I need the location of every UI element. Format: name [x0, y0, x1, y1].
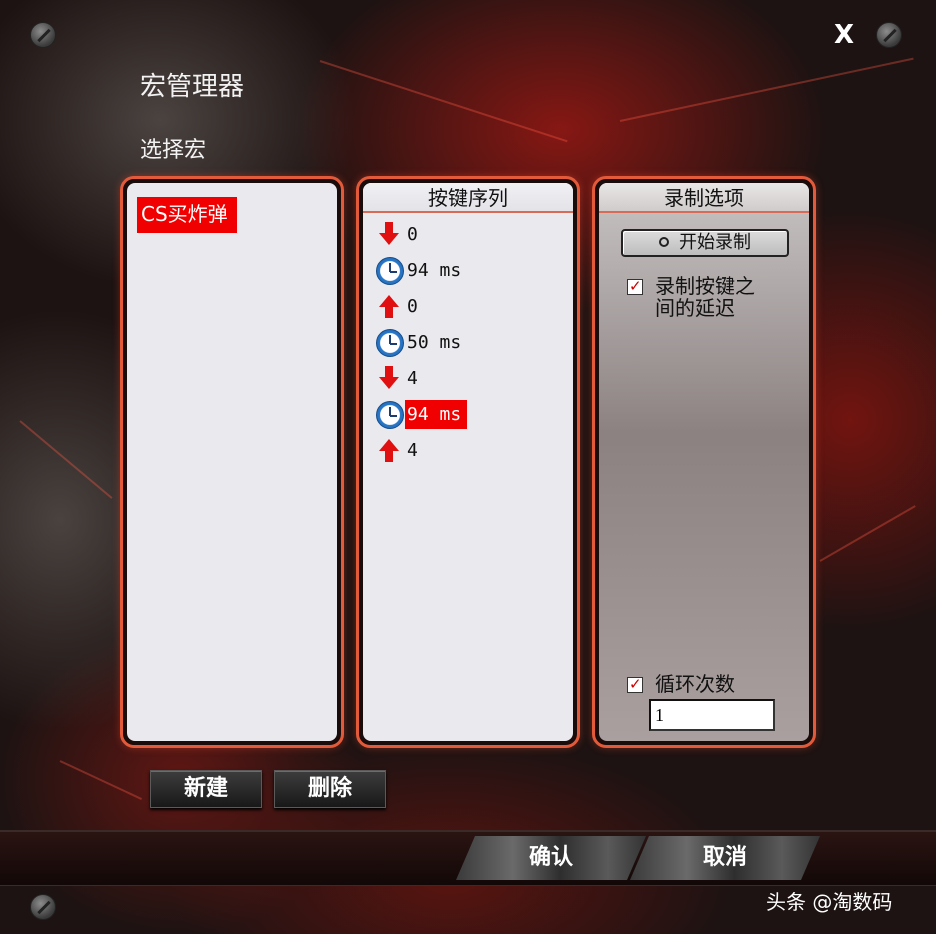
- start-record-button[interactable]: 开始录制: [621, 229, 789, 257]
- key-sequence-header: 按键序列: [363, 183, 573, 213]
- macro-item-cs[interactable]: CS买炸弹: [137, 197, 237, 233]
- delete-macro-button[interactable]: 删除: [274, 770, 386, 808]
- check-icon: ✓: [629, 277, 642, 295]
- loop-count-label: 循环次数: [655, 672, 735, 696]
- key-sequence-panel: 按键序列 0 94 ms 0 50 ms 4 94 ms 4: [356, 176, 580, 748]
- sequence-row[interactable]: 4: [375, 361, 418, 395]
- sequence-row[interactable]: 0: [375, 217, 418, 251]
- sequence-row[interactable]: 0: [375, 289, 418, 323]
- macro-list-panel: CS买炸弹: [120, 176, 344, 748]
- page-title: 宏管理器: [140, 72, 245, 102]
- clock-icon: [376, 401, 404, 429]
- record-options-header: 录制选项: [599, 183, 809, 213]
- sequence-row-text: 94 ms: [407, 259, 462, 281]
- sequence-row-text: 0: [407, 295, 418, 317]
- arrow-down-icon: [379, 366, 399, 390]
- check-icon: ✓: [629, 675, 642, 693]
- record-delay-label-line1: 录制按键之: [655, 274, 755, 298]
- sequence-row[interactable]: 94 ms: [375, 253, 461, 287]
- background-crack: [619, 57, 914, 122]
- background-crack: [319, 60, 568, 143]
- corner-screw-icon: [876, 22, 902, 48]
- record-dot-icon: [659, 237, 669, 247]
- cancel-button[interactable]: 取消: [630, 836, 820, 880]
- sequence-row-text: 50 ms: [407, 331, 462, 353]
- select-macro-label: 选择宏: [140, 138, 207, 163]
- key-sequence-list[interactable]: 按键序列 0 94 ms 0 50 ms 4 94 ms 4: [363, 183, 573, 741]
- watermark: 头条 @淘数码: [766, 890, 893, 914]
- corner-screw-icon: [30, 22, 56, 48]
- sequence-row-text: 4: [407, 439, 418, 461]
- background-crack: [19, 420, 113, 499]
- loop-checkbox[interactable]: ✓: [627, 675, 643, 693]
- clock-icon: [376, 329, 404, 357]
- confirm-button[interactable]: 确认: [456, 836, 646, 880]
- record-options-body: 录制选项 开始录制 ✓ 录制按键之 间的延迟 ✓ 循环次数: [599, 183, 809, 741]
- start-record-label: 开始录制: [679, 232, 751, 253]
- clock-icon: [376, 257, 404, 285]
- sequence-row[interactable]: 50 ms: [375, 325, 461, 359]
- sequence-row[interactable]: 4: [375, 433, 418, 467]
- close-icon[interactable]: X: [830, 20, 858, 50]
- sequence-row-selected[interactable]: 94 ms: [375, 397, 468, 431]
- sequence-row-text: 4: [407, 367, 418, 389]
- macro-list[interactable]: CS买炸弹: [127, 183, 337, 741]
- corner-screw-icon: [30, 894, 56, 920]
- loop-count-input[interactable]: [649, 699, 775, 731]
- arrow-down-icon: [379, 222, 399, 246]
- background-crack: [59, 760, 142, 800]
- background-crack: [819, 505, 916, 562]
- record-delay-label-line2: 间的延迟: [655, 296, 735, 320]
- arrow-up-icon: [379, 439, 399, 463]
- new-macro-button[interactable]: 新建: [150, 770, 262, 808]
- record-delay-checkbox[interactable]: ✓: [627, 277, 643, 295]
- record-options-panel: 录制选项 开始录制 ✓ 录制按键之 间的延迟 ✓ 循环次数: [592, 176, 816, 748]
- record-delay-label: 录制按键之 间的延迟: [655, 275, 755, 319]
- sequence-row-text: 0: [407, 223, 418, 245]
- sequence-row-text: 94 ms: [405, 399, 468, 429]
- arrow-up-icon: [379, 295, 399, 319]
